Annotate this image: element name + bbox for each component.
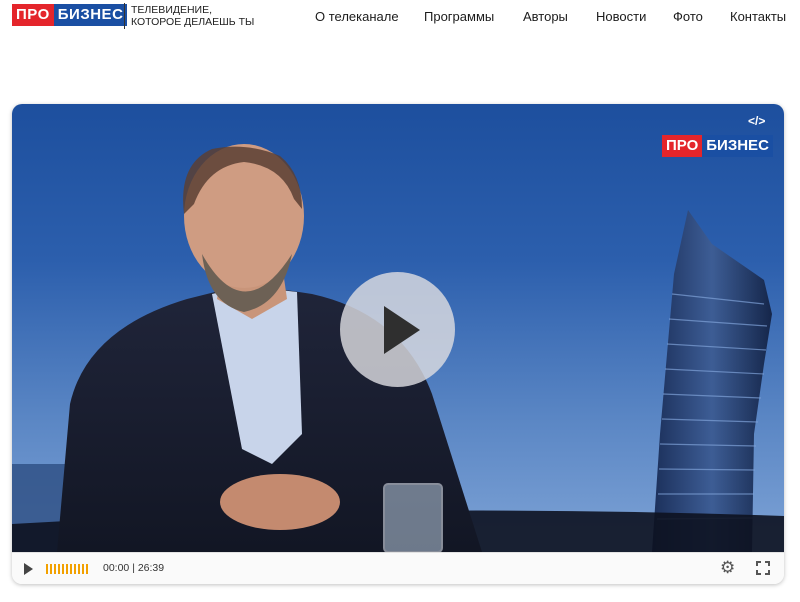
nav-news[interactable]: Новости (596, 8, 646, 26)
nav-photo[interactable]: Фото (673, 8, 703, 26)
person-hands (220, 474, 340, 530)
watermark-biznes: БИЗНЕС (702, 135, 773, 157)
volume-bar (66, 564, 68, 574)
volume-bar (50, 564, 52, 574)
fullscreen-icon[interactable] (756, 561, 770, 575)
nav-about[interactable]: О телеканале (315, 8, 399, 26)
water-glass (383, 483, 443, 552)
volume-bar (86, 564, 88, 574)
volume-bar (70, 564, 72, 574)
nav-programs[interactable]: Программы (424, 8, 494, 26)
nav-authors[interactable]: Авторы (523, 8, 568, 26)
volume-bar (54, 564, 56, 574)
tower-shape (652, 210, 772, 552)
time-display: 00:00 | 26:39 (103, 562, 165, 574)
video-frame[interactable]: </> ПРО БИЗНЕС (12, 104, 784, 552)
video-watermark-logo: ПРО БИЗНЕС (662, 135, 773, 157)
embed-code-icon[interactable]: </> (748, 114, 765, 128)
volume-bar (62, 564, 64, 574)
video-player[interactable]: </> ПРО БИЗНЕС 00:00 | 26:39 ⚙ (12, 104, 784, 584)
main-nav: О телеканале Программы Авторы Новости Фо… (0, 8, 800, 26)
volume-bar (74, 564, 76, 574)
volume-bar (58, 564, 60, 574)
nav-contacts[interactable]: Контакты (730, 8, 786, 26)
settings-gear-icon[interactable]: ⚙ (720, 559, 735, 577)
volume-bar (46, 564, 48, 574)
volume-slider[interactable] (46, 564, 88, 574)
big-play-button[interactable] (340, 272, 455, 387)
site-header: ПРО БИЗНЕС ТЕЛЕВИДЕНИЕ, КОТОРОЕ ДЕЛАЕШЬ … (0, 0, 800, 34)
play-icon[interactable] (24, 563, 33, 575)
watermark-pro: ПРО (662, 135, 703, 157)
player-control-bar: 00:00 | 26:39 ⚙ (12, 552, 784, 584)
volume-bar (78, 564, 80, 574)
volume-bar (82, 564, 84, 574)
